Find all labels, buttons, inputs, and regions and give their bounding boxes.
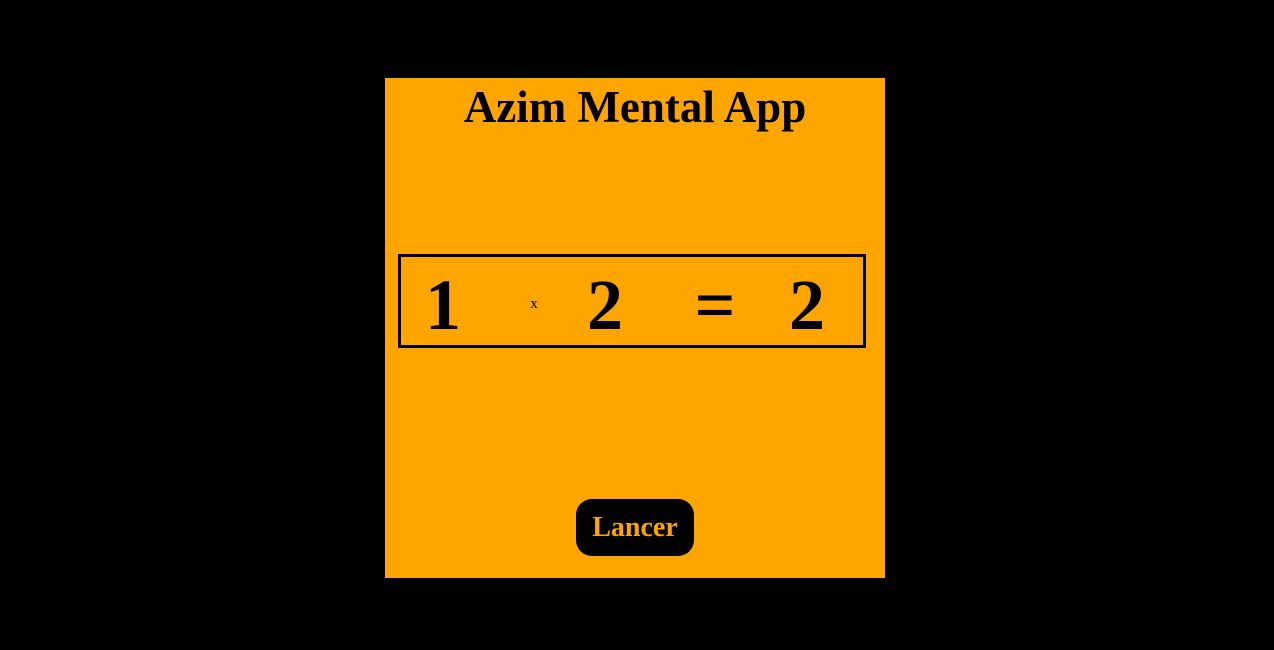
equals-sign: =: [694, 265, 736, 345]
app-title: Azim Mental App: [463, 82, 807, 132]
operator-sign: x: [530, 296, 538, 312]
equation-box: 1 x 2 = 2: [398, 254, 866, 348]
launch-button[interactable]: Lancer: [576, 499, 694, 556]
operand-a: 1: [425, 265, 461, 345]
result-value: 2: [789, 265, 825, 345]
operand-b: 2: [587, 265, 623, 345]
app-panel: Azim Mental App 1 x 2 = 2 Lancer: [385, 78, 885, 578]
